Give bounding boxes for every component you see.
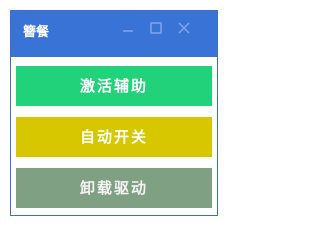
minimize-button[interactable]	[114, 15, 142, 41]
uninstall-driver-button[interactable]: 卸载驱动	[16, 168, 212, 208]
window-title: 簪餐	[23, 25, 50, 40]
close-icon	[178, 22, 190, 34]
close-button[interactable]	[170, 15, 198, 41]
minimize-icon	[123, 30, 133, 32]
activate-assist-button[interactable]: 激活辅助	[16, 66, 212, 106]
app-window: 簪餐 激活辅助 自动开关 卸载驱动	[10, 10, 218, 216]
maximize-icon	[150, 22, 162, 34]
title-bar[interactable]: 簪餐	[11, 11, 217, 57]
maximize-button[interactable]	[142, 15, 170, 41]
auto-toggle-button[interactable]: 自动开关	[16, 117, 212, 157]
